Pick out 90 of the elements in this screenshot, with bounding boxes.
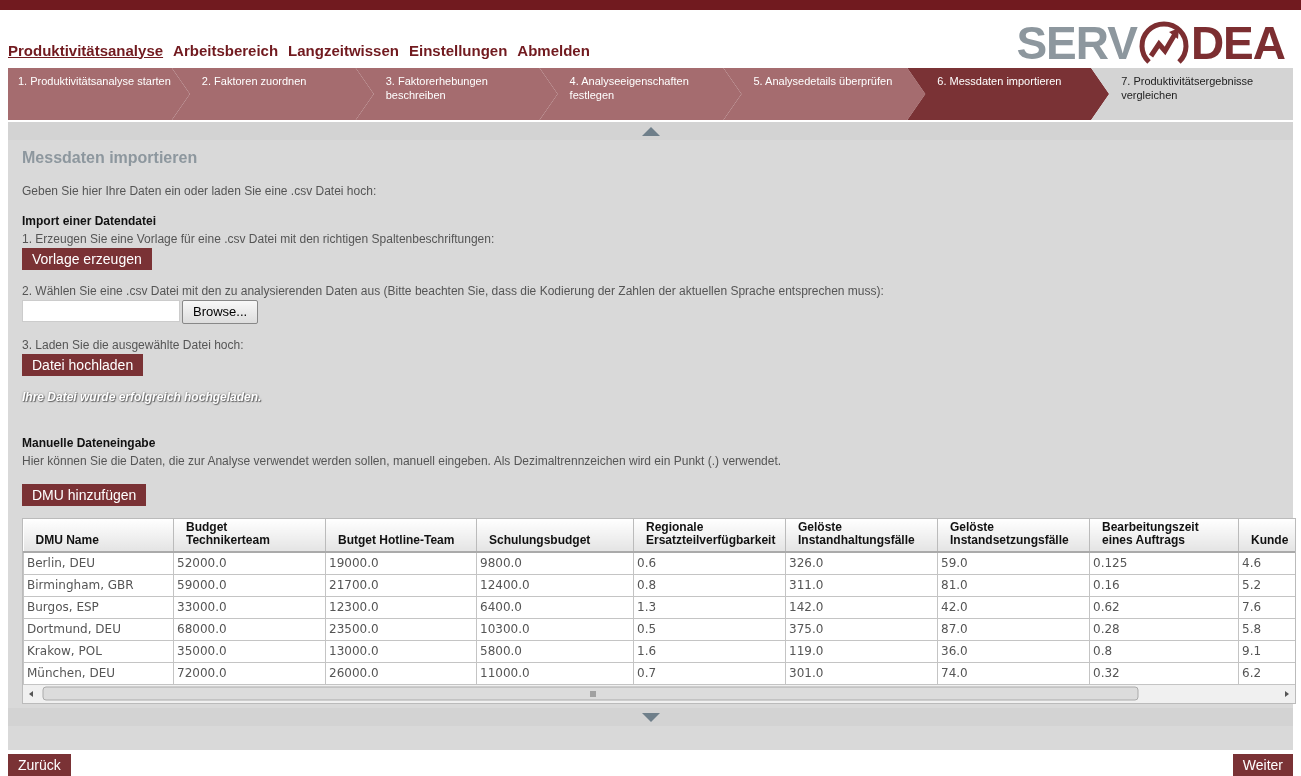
table-cell[interactable]: 375.0: [785, 618, 938, 641]
instruction-text: Hier können Sie die Daten, die zur Analyse verwendet werden sollen, manuell eingeben. Als Dezimaltrennzeichen wird ein Punkt (.) verwendet.: [22, 453, 783, 470]
wizard-step[interactable]: 3. Faktorerhebungen beschreiben: [355, 68, 558, 120]
template-button[interactable]: Vorlage erzeugen: [22, 248, 152, 270]
table-cell[interactable]: 72000.0: [173, 662, 326, 685]
table-cell[interactable]: 35000.0: [173, 640, 326, 663]
table-cell[interactable]: 59000.0: [173, 574, 326, 597]
table-cell[interactable]: 119.0: [785, 640, 938, 663]
table-cell[interactable]: 5800.0: [476, 640, 634, 663]
table-cell[interactable]: 0.5: [633, 618, 786, 641]
table-cell[interactable]: 11000.0: [476, 662, 634, 685]
wizard-step[interactable]: 2. Faktoren zuordnen: [171, 68, 374, 120]
column-header[interactable]: Regionale Ersatzteilverfügbarkeit: [633, 519, 786, 552]
table-cell[interactable]: 13000.0: [325, 640, 477, 663]
column-header[interactable]: Schulungsbudget: [476, 519, 634, 552]
section-heading: Manuelle Dateneingabe: [22, 435, 157, 452]
table-cell[interactable]: 1.6: [633, 640, 786, 663]
page-title: Messdaten importieren: [22, 148, 199, 168]
table-cell[interactable]: 81.0: [937, 574, 1090, 597]
table-cell[interactable]: 68000.0: [173, 618, 326, 641]
table-cell[interactable]: Berlin, DEU: [23, 552, 174, 575]
table-cell[interactable]: 23500.0: [325, 618, 477, 641]
nav-link[interactable]: Langzeitwissen: [288, 39, 399, 68]
table-cell[interactable]: 0.8: [1089, 640, 1239, 663]
column-header[interactable]: Kunde: [1238, 519, 1295, 552]
table-cell[interactable]: 59.0: [937, 552, 1090, 575]
table-cell[interactable]: 0.16: [1089, 574, 1239, 597]
column-header[interactable]: DMU Name: [23, 519, 174, 552]
add-dmu-button[interactable]: DMU hinzufügen: [22, 484, 147, 506]
back-button[interactable]: Zurück: [8, 754, 71, 776]
intro-text: Geben Sie hier Ihre Daten ein oder laden Sie eine .csv Datei hoch:: [22, 183, 378, 200]
table-cell[interactable]: 0.8: [633, 574, 786, 597]
nav-link[interactable]: Produktivitätsanalyse: [8, 39, 164, 68]
table-cell[interactable]: 301.0: [785, 662, 938, 685]
table-cell[interactable]: München, DEU: [23, 662, 174, 685]
table-cell[interactable]: 0.6: [633, 552, 786, 575]
expand-icon[interactable]: [641, 712, 660, 722]
table-cell[interactable]: 0.125: [1089, 552, 1239, 575]
table-cell[interactable]: 0.7: [633, 662, 786, 685]
browse-button[interactable]: Browse...: [182, 300, 259, 324]
table-cell[interactable]: 0.62: [1089, 596, 1239, 619]
table-cell[interactable]: 326.0: [785, 552, 938, 575]
table-cell[interactable]: 9800.0: [476, 552, 634, 575]
table-cell[interactable]: 42.0: [937, 596, 1090, 619]
column-header[interactable]: Budget Technikerteam: [173, 519, 326, 552]
table-cell[interactable]: 142.0: [785, 596, 938, 619]
table-cell[interactable]: 6400.0: [476, 596, 634, 619]
success-message: Ihre Datei wurde erfolgreich hochgeladen.: [22, 389, 263, 406]
logo-text: DEA: [1190, 20, 1285, 66]
nav-link[interactable]: Einstellungen: [408, 39, 508, 68]
column-header[interactable]: Gelöste Instandsetzungsfälle: [937, 519, 1090, 552]
column-header[interactable]: Butget Hotline-Team: [325, 519, 477, 552]
table-cell[interactable]: 74.0: [937, 662, 1090, 685]
table-cell[interactable]: 0.32: [1089, 662, 1239, 685]
nav-link[interactable]: Abmelden: [517, 39, 590, 68]
column-header[interactable]: Gelöste Instandhaltungsfälle: [785, 519, 938, 552]
collapse-icon[interactable]: [641, 126, 660, 136]
table-cell[interactable]: Krakow, POL: [23, 640, 174, 663]
upload-button[interactable]: Datei hochladen: [22, 354, 144, 376]
table-cell[interactable]: 26000.0: [325, 662, 477, 685]
wizard-step[interactable]: 4. Analyseeigenschaften festlegen: [539, 68, 742, 120]
instruction-text: 1. Erzeugen Sie eine Vorlage für eine .csv Datei mit den richtigen Spaltenbeschriftungen:: [22, 231, 496, 248]
table-cell[interactable]: Dortmund, DEU: [23, 618, 174, 641]
instruction-text: 2. Wählen Sie eine .csv Datei mit den zu analysierenden Daten aus (Bitte beachten Sie, dass die Kodierung der Zahlen der aktuellen Sprache entsprechen muss):: [22, 283, 885, 300]
next-button[interactable]: Weiter: [1232, 754, 1293, 776]
instruction-text: 3. Laden Sie die ausgewählte Datei hoch:: [22, 337, 245, 354]
table-cell[interactable]: 33000.0: [173, 596, 326, 619]
logo-text: SERV: [1016, 20, 1137, 66]
table-cell[interactable]: 52000.0: [173, 552, 326, 575]
table-cell[interactable]: 87.0: [937, 618, 1090, 641]
file-path-field[interactable]: [22, 300, 180, 322]
table-cell[interactable]: 1.3: [633, 596, 786, 619]
horizontal-scrollbar[interactable]: [23, 685, 1295, 703]
table-cell[interactable]: 21700.0: [325, 574, 477, 597]
wizard-step[interactable]: 1. Produktivitätsanalyse starten: [8, 68, 190, 120]
wizard-step[interactable]: 6. Messdaten importieren: [907, 68, 1110, 120]
table-cell[interactable]: 12300.0: [325, 596, 477, 619]
column-header[interactable]: Bearbeitungszeit eines Auftrags: [1089, 519, 1239, 552]
table-cell[interactable]: 0.28: [1089, 618, 1239, 641]
section-heading: Import einer Datendatei: [22, 213, 158, 230]
table-cell[interactable]: Birmingham, GBR: [23, 574, 174, 597]
table-cell[interactable]: 36.0: [937, 640, 1090, 663]
table-cell[interactable]: 19000.0: [325, 552, 477, 575]
table-cell[interactable]: 311.0: [785, 574, 938, 597]
table-cell[interactable]: 10300.0: [476, 618, 634, 641]
table-cell[interactable]: 12400.0: [476, 574, 634, 597]
wizard-step[interactable]: 5. Analysedetails überprüfen: [723, 68, 926, 120]
nav-link[interactable]: Arbeitsbereich: [173, 39, 279, 68]
table-cell[interactable]: Burgos, ESP: [23, 596, 174, 619]
wizard-step[interactable]: 7. Produktivitätsergebnisse vergleichen: [1091, 68, 1293, 120]
